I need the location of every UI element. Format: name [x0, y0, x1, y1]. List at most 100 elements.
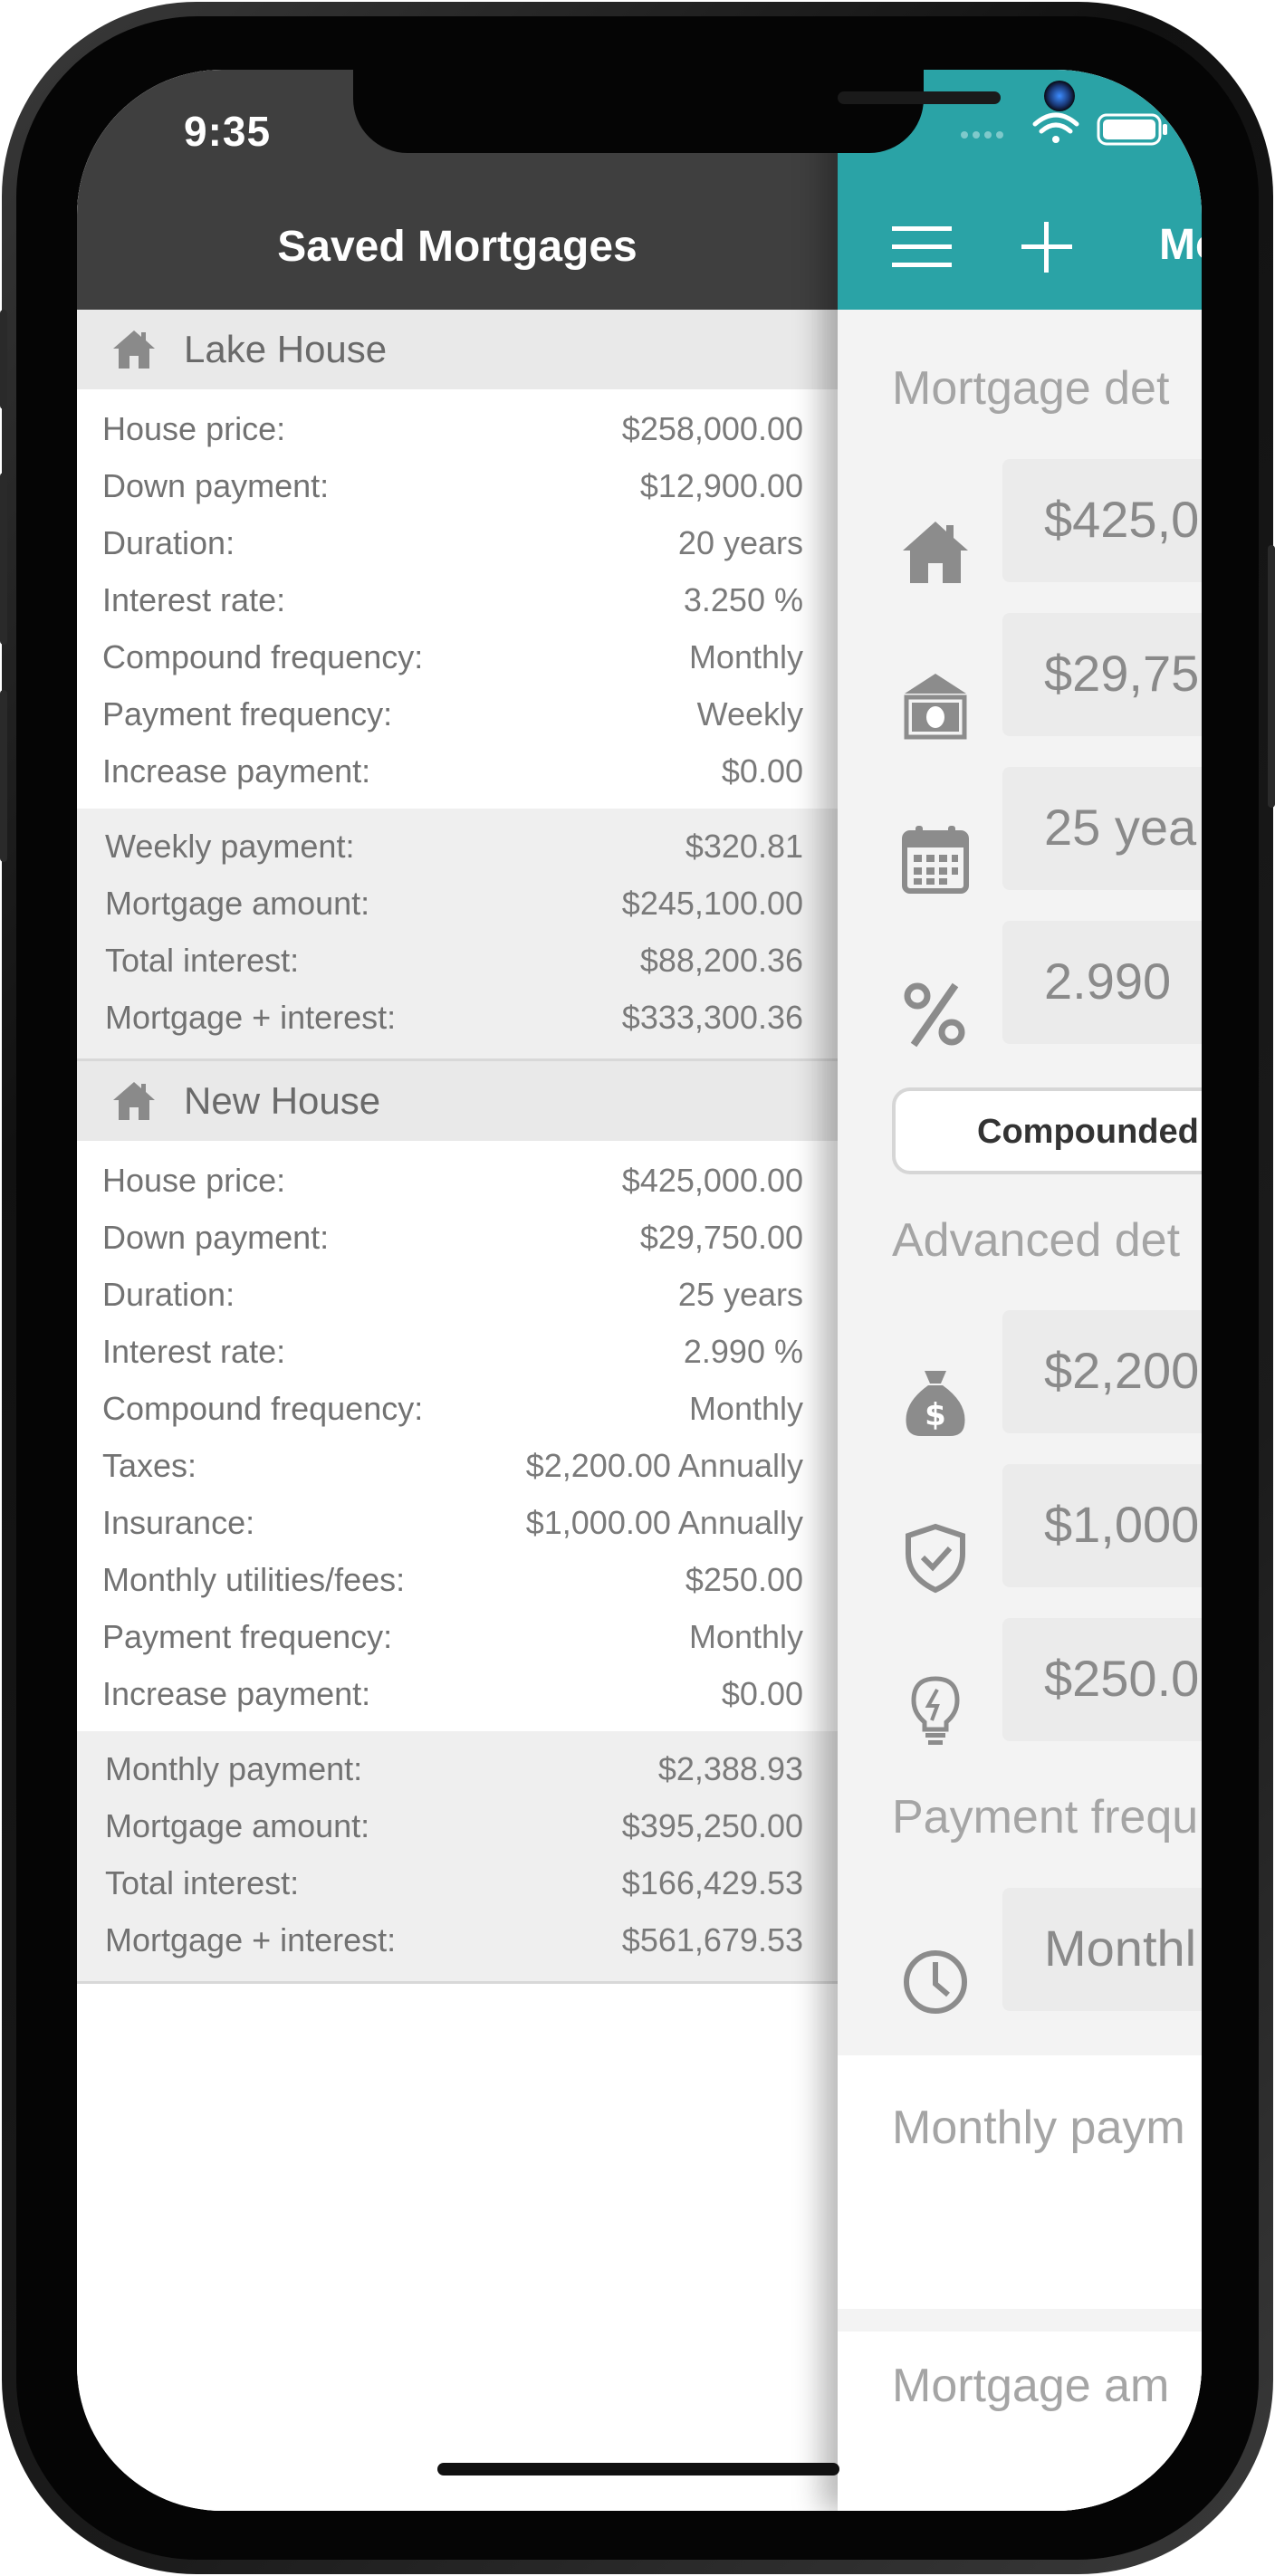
phone-power-button: [1268, 545, 1275, 808]
detail-value: $0.00: [721, 752, 803, 790]
detail-row: Payment frequency: Monthly: [77, 1608, 838, 1665]
detail-value: Monthly: [688, 1389, 803, 1427]
mortgage-details-heading: Mortgage det: [892, 362, 1170, 415]
detail-label: Monthly utilities/fees:: [102, 1560, 406, 1598]
home-indicator[interactable]: [437, 2463, 839, 2475]
detail-value: $88,200.36: [639, 941, 803, 979]
status-time: 9:35: [184, 108, 272, 155]
status-icons: [961, 112, 1167, 146]
detail-value: $561,679.53: [621, 1920, 803, 1958]
detail-row: Payment frequency: Weekly: [77, 685, 838, 742]
detail-label: Insurance:: [102, 1503, 255, 1541]
phone-notch: [353, 70, 1075, 153]
detail-value: 3.250 %: [683, 580, 803, 618]
phone-screen: 9:35 Saved Mortgages Lake House House pri…: [77, 70, 1202, 2511]
detail-value: $333,300.36: [621, 998, 803, 1036]
monthly-payment-result: Monthly paym: [838, 2055, 1202, 2309]
mortgage-details[interactable]: House price: $425,000.00 Down payment: $29,…: [77, 1141, 838, 1731]
detail-label: House price:: [102, 1161, 286, 1199]
detail-value: Weekly: [696, 694, 803, 733]
speaker-grille: [838, 91, 1001, 104]
mortgage-name: New House: [184, 1079, 381, 1122]
detail-label: Mortgage amount:: [105, 884, 370, 922]
home-icon: [111, 327, 157, 372]
detail-value: $245,100.00: [621, 884, 803, 922]
compound-segment-label[interactable]: Compounded: [977, 1113, 1199, 1152]
mortgage-header[interactable]: Lake House: [77, 310, 838, 389]
menu-icon[interactable]: [892, 226, 952, 268]
detail-label: Compound frequency:: [102, 637, 424, 675]
compound-frequency-segmented-control[interactable]: Compounded: [892, 1087, 1202, 1174]
detail-label: Interest rate:: [102, 580, 286, 618]
home-icon: [111, 1078, 157, 1124]
detail-value: Monthly: [688, 1617, 803, 1655]
phone-volume-up-button: [0, 473, 7, 645]
detail-value: $29,750.00: [639, 1218, 803, 1256]
taxes-input[interactable]: $2,200: [1002, 1310, 1202, 1433]
saved-mortgages-panel: 9:35 Saved Mortgages Lake House House pri…: [77, 70, 838, 2511]
detail-row: Interest rate: 3.250 %: [77, 571, 838, 628]
detail-label: Mortgage + interest:: [105, 998, 397, 1036]
detail-label: Down payment:: [102, 466, 330, 504]
detail-row: Compound frequency: Monthly: [77, 628, 838, 685]
detail-value: $0.00: [721, 1674, 803, 1712]
detail-value: $320.81: [685, 827, 803, 865]
down-payment-input[interactable]: $29,75: [1002, 613, 1202, 736]
detail-value: $425,000.00: [621, 1161, 803, 1199]
detail-label: Compound frequency:: [102, 1389, 424, 1427]
mortgage-summary[interactable]: Weekly payment: $320.81 Mortgage amount: $2…: [77, 809, 838, 1061]
signal-icon: [961, 131, 1003, 139]
detail-value: $250.00: [685, 1560, 803, 1598]
down-payment-cash-icon: [904, 674, 967, 740]
page-title: Saved Mortgages: [277, 223, 638, 271]
detail-row: Monthly payment: $2,388.93: [77, 1740, 838, 1797]
detail-row: Monthly utilities/fees: $250.00: [77, 1551, 838, 1608]
payment-frequency-clock-icon: [904, 1950, 967, 2014]
interest-rate-percent-icon: [904, 982, 965, 1048]
detail-row: Interest rate: 2.990 %: [77, 1323, 838, 1380]
detail-label: Duration:: [102, 523, 235, 561]
detail-row: Mortgage amount: $245,100.00: [77, 875, 838, 932]
detail-value: 25 years: [677, 1275, 803, 1313]
insurance-input[interactable]: $1,000: [1002, 1464, 1202, 1587]
svg-text:$: $: [925, 1397, 946, 1433]
house-price-home-icon: [903, 522, 968, 583]
detail-label: Mortgage amount:: [105, 1806, 370, 1844]
calculator-title: Mo: [1159, 221, 1202, 269]
payment-frequency-select[interactable]: Monthl: [1002, 1888, 1202, 2011]
duration-input[interactable]: 25 yea: [1002, 767, 1202, 890]
utilities-input[interactable]: $250.0: [1002, 1618, 1202, 1741]
mortgage-amount-label: Mortgage am: [892, 2360, 1170, 2412]
phone-frame: 9:35 Saved Mortgages Lake House House pri…: [0, 2, 1275, 2574]
detail-value: $1,000.00 Annually: [525, 1503, 803, 1541]
detail-row: Compound frequency: Monthly: [77, 1380, 838, 1437]
house-price-input[interactable]: $425,0: [1002, 459, 1202, 582]
detail-label: Increase payment:: [102, 1674, 371, 1712]
mortgage-details[interactable]: House price: $258,000.00 Down payment: $12,…: [77, 389, 838, 809]
mortgage-list: Lake House House price: $258,000.00 Down pa…: [77, 310, 838, 1984]
detail-row: House price: $425,000.00: [77, 1152, 838, 1209]
detail-value: Monthly: [688, 637, 803, 675]
phone-volume-down-button: [0, 690, 7, 862]
detail-row: Insurance: $1,000.00 Annually: [77, 1494, 838, 1551]
detail-label: Monthly payment:: [105, 1749, 363, 1787]
detail-label: Total interest:: [105, 1863, 300, 1901]
mortgage-header[interactable]: New House: [77, 1061, 838, 1141]
interest-rate-input[interactable]: 2.990: [1002, 921, 1202, 1044]
front-camera: [1044, 81, 1075, 111]
detail-row: Duration: 25 years: [77, 1266, 838, 1323]
duration-calendar-icon: [902, 826, 969, 894]
battery-icon: [1097, 113, 1167, 146]
detail-row: Total interest: $166,429.53: [77, 1854, 838, 1911]
detail-row: Weekly payment: $320.81: [77, 818, 838, 875]
phone-side-button: [0, 310, 7, 409]
wifi-icon: [1032, 112, 1079, 143]
detail-label: House price:: [102, 409, 286, 447]
detail-row: Down payment: $29,750.00: [77, 1209, 838, 1266]
detail-row: Duration: 20 years: [77, 514, 838, 571]
detail-row: Increase payment: $0.00: [77, 742, 838, 800]
detail-row: Mortgage amount: $395,250.00: [77, 1797, 838, 1854]
detail-row: Increase payment: $0.00: [77, 1665, 838, 1722]
mortgage-summary[interactable]: Monthly payment: $2,388.93 Mortgage amount…: [77, 1731, 838, 1984]
add-icon[interactable]: [1021, 222, 1072, 273]
